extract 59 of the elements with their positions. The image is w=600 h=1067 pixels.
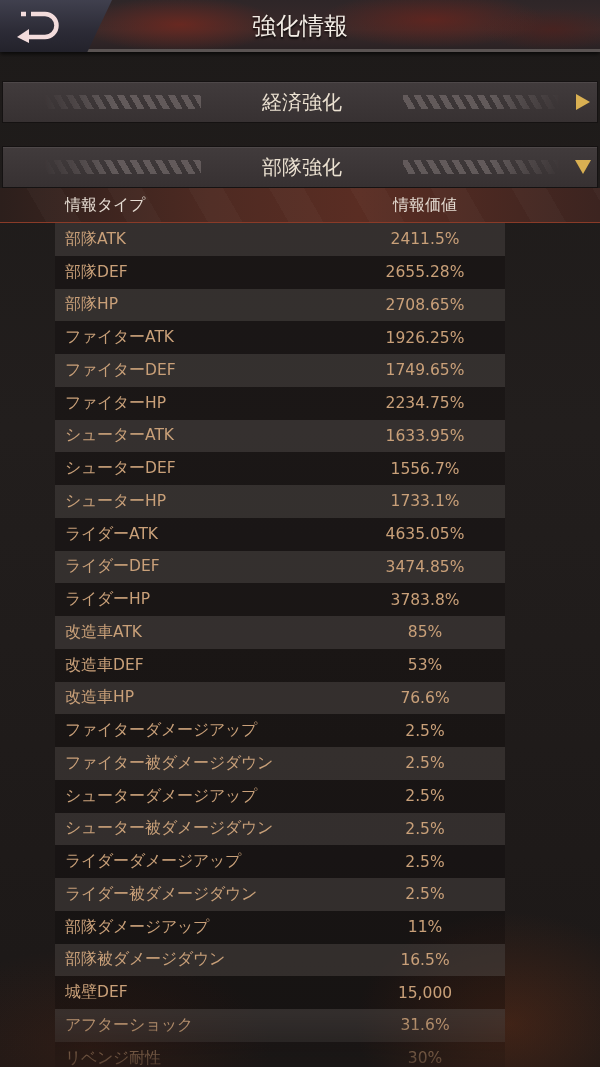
table-cell: 16.5% [400,950,450,969]
table-cell: 改造車DEF [65,654,144,676]
table-cell: 4635.05% [385,525,465,544]
table-cell: シューターATK [65,425,175,447]
table-cell: 3474.85% [385,557,465,576]
table-cell: 76.6% [400,688,450,707]
table-cell: 1733.1% [390,492,460,511]
table-cell: 2.5% [405,754,445,773]
table-cell: 31.6% [400,1016,450,1035]
table-cell: 1633.95% [385,426,465,445]
table-cell: 11% [407,918,443,937]
table-cell: ライダーDEF [65,556,160,578]
table-cell: 3783.8% [390,590,460,609]
table-cell: 2655.28% [385,263,465,282]
return-arrow-icon [16,9,62,43]
table-cell: 2.5% [405,885,445,904]
table-cell: 部隊HP [65,294,118,316]
section-header[interactable]: 経済強化 [2,81,598,123]
table-cell: シューターHP [65,490,166,512]
table-cell: 部隊被ダメージダウン [65,949,225,971]
table-cell: ファイターHP [65,392,166,414]
table-cell: ライダーHP [65,589,150,611]
table-cell: リベンジ耐性 [65,1047,161,1067]
table-cell: 部隊DEF [65,261,128,283]
table-cell: 2411.5% [390,230,460,249]
table-cell: 城壁DEF [65,982,128,1004]
table-cell: 85% [407,623,443,642]
table-cell: アフターショック [65,1014,193,1036]
table-cell: 部隊ATK [65,228,127,250]
table-cell: ファイターダメージアップ [65,720,257,742]
table-cell: シューターダメージアップ [65,785,257,807]
table-cell: ファイター被ダメージダウン [65,752,273,774]
table-cell: 1926.25% [385,328,465,347]
table-cell: シューターDEF [65,458,176,480]
back-button[interactable] [0,0,112,52]
table-cell: 30% [407,1049,443,1067]
table-cell: 2708.65% [385,295,465,314]
table-cell: 2.5% [405,721,445,740]
table-cell: ライダーATK [65,523,159,545]
table-cell: 2234.75% [385,394,465,413]
table-cell: ファイターATK [65,327,175,349]
column-header: 情報価値 [393,194,457,216]
table-cell: 部隊ダメージアップ [65,916,209,938]
table-cell: 2.5% [405,787,445,806]
table-cell: 1556.7% [390,459,460,478]
table-cell: ライダーダメージアップ [65,851,241,873]
section-header[interactable]: 部隊強化 [2,146,598,188]
table-cell: 2.5% [405,819,445,838]
table-cell: シューター被ダメージダウン [65,818,273,840]
table-cell: ファイターDEF [65,359,176,381]
table-cell: 2.5% [405,852,445,871]
column-header: 情報タイプ [65,194,145,216]
page-title: 強化情報 [252,11,348,42]
table-cell: 改造車ATK [65,621,143,643]
table-cell: ライダー被ダメージダウン [65,883,257,905]
table-cell: 53% [407,656,443,675]
table-cell: 15,000 [397,983,453,1002]
table-cell: 改造車HP [65,687,134,709]
table-cell: 1749.65% [385,361,465,380]
